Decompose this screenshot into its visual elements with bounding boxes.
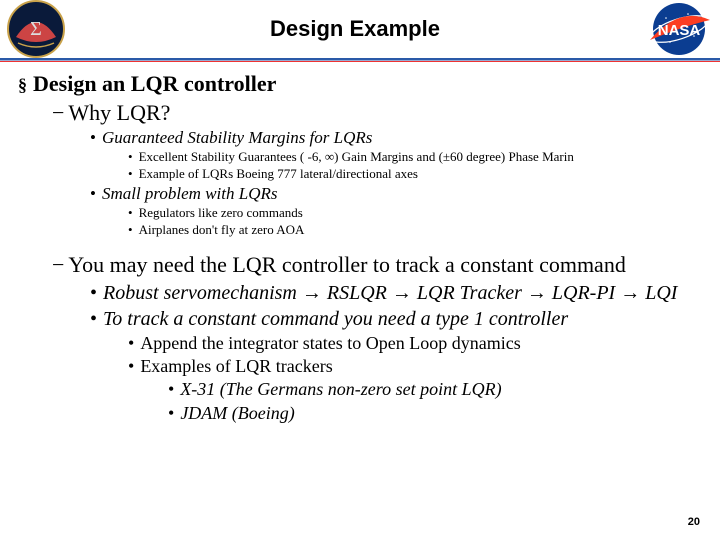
- bullet-l2: −Why LQR?: [52, 99, 702, 128]
- bullet-l4: •Append the integrator states to Open Lo…: [128, 332, 702, 355]
- text: Examples of LQR trackers: [140, 356, 332, 376]
- page-number: 20: [688, 516, 700, 528]
- slide-body: §Design an LQR controller −Why LQR? •Gua…: [0, 70, 720, 425]
- text-pre: Robust servomechanism: [103, 282, 302, 304]
- text: Why LQR?: [68, 100, 170, 125]
- text: Guaranteed Stability Margins for LQRs: [102, 128, 372, 147]
- bullet-l4: •Example of LQRs Boeing 777 lateral/dire…: [128, 166, 702, 183]
- bullet-l4: •Regulators like zero commands: [128, 205, 702, 222]
- text: Small problem with LQRs: [102, 184, 278, 203]
- bullet-l4: •Examples of LQR trackers: [128, 355, 702, 378]
- bullet-l3: •Small problem with LQRs: [90, 183, 702, 205]
- nasa-logo: NASA: [644, 0, 714, 58]
- svg-text:Σ: Σ: [30, 18, 42, 40]
- bullet-l5: •X-31 (The Germans non-zero set point LQ…: [168, 378, 702, 401]
- text: Example of LQRs Boeing 777 lateral/direc…: [139, 166, 418, 181]
- text-chain: RSLQR → LQR Tracker → LQR-PI → LQI: [322, 282, 678, 304]
- text: You may need the LQR controller to track…: [68, 252, 625, 277]
- text: Regulators like zero commands: [139, 205, 303, 220]
- mission-patch-logo: Σ: [6, 0, 66, 59]
- bullet-l4: •Excellent Stability Guarantees ( -6, ∞)…: [128, 149, 702, 166]
- text: To track a constant command you need a t…: [103, 308, 568, 330]
- bullet-l3: •Robust servomechanism → RSLQR → LQR Tra…: [90, 280, 702, 306]
- slide-title: Design Example: [66, 16, 644, 42]
- bullet-l3: •Guaranteed Stability Margins for LQRs: [90, 127, 702, 149]
- bullet-l3: •To track a constant command you need a …: [90, 306, 702, 332]
- text: Design an LQR controller: [33, 71, 276, 96]
- text: Excellent Stability Guarantees ( -6, ∞) …: [139, 149, 574, 164]
- bullet-l5: •JDAM (Boeing): [168, 402, 702, 425]
- text: JDAM (Boeing): [180, 403, 294, 423]
- header-divider: [0, 58, 720, 62]
- text: X-31 (The Germans non-zero set point LQR…: [180, 379, 501, 399]
- bullet-l1: §Design an LQR controller: [18, 70, 702, 99]
- text: Airplanes don't fly at zero AOA: [139, 222, 305, 237]
- text: Append the integrator states to Open Loo…: [140, 333, 520, 353]
- bullet-l4: •Airplanes don't fly at zero AOA: [128, 222, 702, 239]
- bullet-l2: −You may need the LQR controller to trac…: [52, 251, 702, 280]
